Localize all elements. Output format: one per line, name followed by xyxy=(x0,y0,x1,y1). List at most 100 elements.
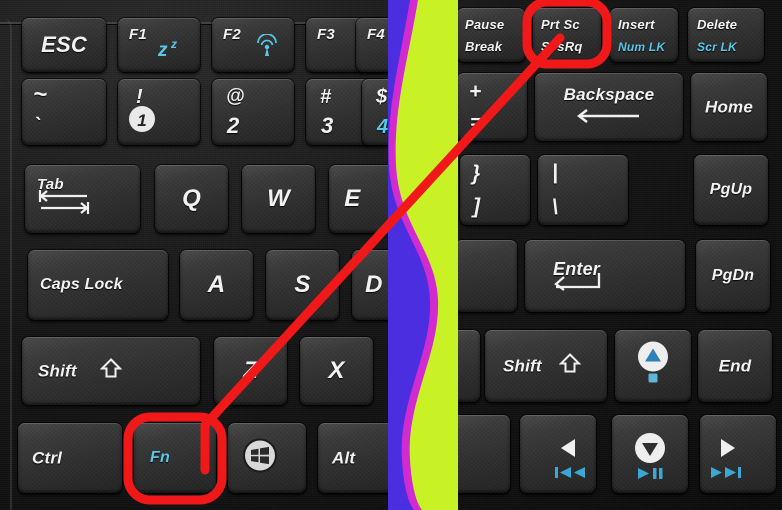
key-pause[interactable]: Pause Break xyxy=(457,8,525,62)
key-a[interactable]: A xyxy=(180,250,253,320)
key-x-label: X xyxy=(328,357,345,384)
key-q-label: Q xyxy=(182,185,201,212)
sleep-zzz-icon: zz xyxy=(156,35,190,64)
laptop-bezel-left xyxy=(0,18,12,510)
key-windows[interactable] xyxy=(228,423,306,493)
key-ctrl[interactable]: Ctrl xyxy=(18,423,122,493)
key-backslash-label: \ xyxy=(552,196,559,219)
key-right-shift-label: Shift xyxy=(503,356,542,376)
key-plus-equals[interactable]: + = xyxy=(457,73,527,141)
tab-arrows-icon xyxy=(37,188,95,221)
key-home-label: Home xyxy=(704,97,754,117)
key-enter[interactable]: Enter xyxy=(525,240,685,312)
arrow-left-icon xyxy=(558,437,580,464)
key-pgup[interactable]: PgUp xyxy=(694,155,768,225)
key-z[interactable]: Z xyxy=(214,337,287,405)
key-capslock-label: Caps Lock xyxy=(40,276,123,293)
shift-up-arrow-icon xyxy=(99,358,123,385)
key-end-label: End xyxy=(718,356,752,376)
key-arrow-up[interactable] xyxy=(615,330,691,402)
key-pgdn-label: PgDn xyxy=(711,267,755,284)
key-pgdn[interactable]: PgDn xyxy=(696,240,770,312)
key-fn-label: Fn xyxy=(150,449,170,466)
key-break-label: Break xyxy=(465,39,503,54)
key-e-label: E xyxy=(344,185,361,212)
prev-track-icon xyxy=(554,466,586,484)
key-x[interactable]: X xyxy=(300,337,373,405)
key-alt[interactable]: Alt xyxy=(318,423,396,493)
key-pgup-label: PgUp xyxy=(709,181,753,198)
key-1[interactable]: ! 1 xyxy=(118,79,200,145)
key-equals-label: = xyxy=(470,112,482,134)
arrow-down-icon xyxy=(633,431,667,470)
key-4-label: 4 xyxy=(377,116,389,138)
key-left-shift-label: Shift xyxy=(38,361,77,381)
arrow-up-icon xyxy=(636,341,670,392)
key-tab[interactable]: Tab xyxy=(25,165,140,233)
key-d-label: D xyxy=(365,271,383,298)
key-fn[interactable]: Fn xyxy=(134,423,216,493)
key-capslock[interactable]: Caps Lock xyxy=(28,250,168,320)
key-bracket-right[interactable]: } ] xyxy=(460,155,530,225)
key-left-shift[interactable]: Shift xyxy=(22,337,200,405)
key-hash-label: # xyxy=(320,86,332,108)
key-3-label: 3 xyxy=(321,113,334,138)
key-2[interactable]: @ 2 xyxy=(212,79,294,145)
key-tilde[interactable]: ~ ` xyxy=(22,79,106,145)
backspace-arrow-icon xyxy=(576,108,642,129)
key-dollar-label: $ xyxy=(376,86,388,108)
wireless-icon xyxy=(252,33,282,63)
key-f2[interactable]: F2 xyxy=(212,18,294,72)
key-s-label: S xyxy=(294,271,311,298)
key-f3-label: F3 xyxy=(317,26,335,43)
key-alt-label: Alt xyxy=(332,448,356,468)
next-track-icon xyxy=(710,466,742,484)
key-esc[interactable]: ESC xyxy=(22,18,106,72)
key-arrow-left[interactable] xyxy=(520,415,596,493)
key-print-screen[interactable]: Prt Sc SysRq xyxy=(533,8,601,62)
svg-text:z: z xyxy=(170,37,177,51)
key-brace-label: } xyxy=(472,162,481,185)
key-right-shift[interactable]: Shift xyxy=(485,330,607,402)
windows-logo-icon xyxy=(240,436,280,481)
key-prtsc-label: Prt Sc xyxy=(541,17,580,32)
svg-text:1: 1 xyxy=(137,111,146,130)
key-pipe-label: | xyxy=(552,161,559,184)
keyboard-screenshot: ESC F1 zz F2 F3 F4 ~ ` ! 1 @ 2 # 3 $ 4 T… xyxy=(0,0,782,510)
key-at-label: @ xyxy=(226,86,245,107)
arrow-right-icon xyxy=(716,437,738,464)
key-plus-label: + xyxy=(469,80,482,103)
key-backtick-label: ` xyxy=(33,115,40,137)
key-s[interactable]: S xyxy=(266,250,339,320)
key-2-label: 2 xyxy=(227,113,240,138)
key-numlk-label: Num LK xyxy=(618,40,666,54)
play-pause-icon xyxy=(634,467,666,485)
key-arrow-down[interactable] xyxy=(612,415,688,493)
key-w[interactable]: W xyxy=(242,165,315,233)
key-ctrl-label: Ctrl xyxy=(32,448,63,468)
rainbow-color-bar xyxy=(388,0,458,510)
key-f1[interactable]: F1 zz xyxy=(118,18,200,72)
enter-arrow-icon xyxy=(551,271,603,298)
svg-text:z: z xyxy=(157,40,168,59)
key-f2-label: F2 xyxy=(223,26,241,43)
key-bracket-label: ] xyxy=(473,195,481,218)
key-home[interactable]: Home xyxy=(691,73,767,141)
key-a-label: A xyxy=(207,271,226,298)
key-quote[interactable] xyxy=(455,240,517,312)
key-delete-label: Delete xyxy=(697,17,738,32)
key-insert[interactable]: Insert Num LK xyxy=(610,8,678,62)
key-pause-label: Pause xyxy=(465,17,505,32)
key-arrow-right[interactable] xyxy=(700,415,776,493)
key-q[interactable]: Q xyxy=(155,165,228,233)
key-w-label: W xyxy=(267,185,290,212)
shift-up-arrow-icon-right xyxy=(558,353,582,380)
key-1-circle-badge: 1 xyxy=(128,105,156,138)
key-scrlk-label: Scr LK xyxy=(697,40,737,54)
key-backspace-label: Backspace xyxy=(563,85,655,104)
key-backspace[interactable]: Backspace xyxy=(535,73,683,141)
key-delete[interactable]: Delete Scr LK xyxy=(688,8,764,62)
key-backslash[interactable]: | \ xyxy=(538,155,628,225)
key-end[interactable]: End xyxy=(698,330,772,402)
key-z-label: Z xyxy=(243,357,258,384)
